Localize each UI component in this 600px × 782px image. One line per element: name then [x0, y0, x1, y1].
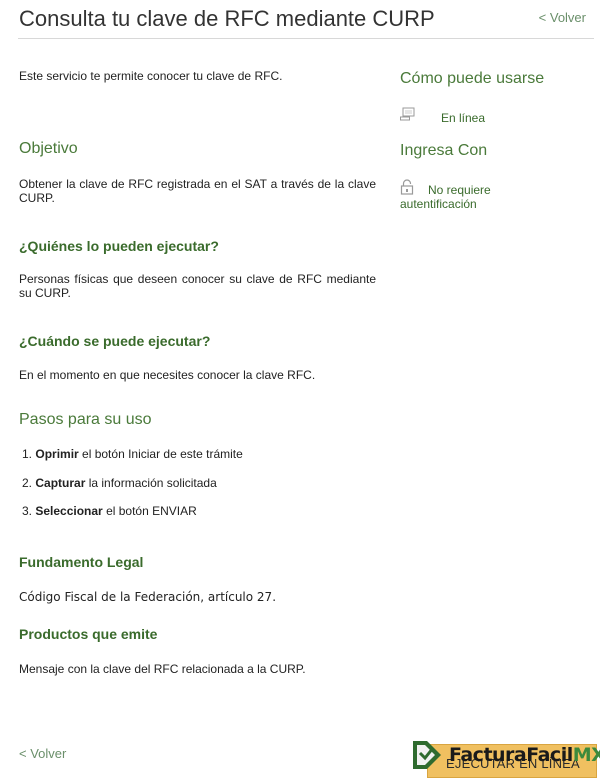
productos-text: Mensaje con la clave del RFC relacionada… [19, 662, 306, 676]
quienes-text: Personas físicas que deseen conocer su c… [19, 272, 376, 300]
step-text: el botón Iniciar de este trámite [78, 447, 243, 461]
step-verb: Capturar [35, 476, 86, 490]
facturafacil-watermark: FacturaFacilMX [411, 739, 600, 773]
objetivo-heading: Objetivo [19, 140, 78, 157]
back-link-bottom[interactable]: < Volver [19, 746, 66, 761]
step-verb: Oprimir [35, 447, 79, 461]
productos-heading: Productos que emite [19, 626, 158, 642]
step-item: 1. Oprimir el botón Iniciar de este trám… [22, 447, 243, 461]
fundamento-text: Código Fiscal de la Federación, artículo… [19, 590, 277, 604]
intro-text: Este servicio te permite conocer tu clav… [19, 69, 283, 83]
computer-icon [400, 107, 416, 128]
watermark-mx: MX [572, 744, 600, 766]
step-item: 3. Seleccionar el botón ENVIAR [22, 504, 197, 518]
step-verb: Seleccionar [35, 504, 103, 518]
page-title: Consulta tu clave de RFC mediante CURP [19, 6, 435, 31]
cuando-text: En el momento en que necesites conocer l… [19, 368, 316, 382]
quienes-heading: ¿Quiénes lo pueden ejecutar? [19, 238, 219, 254]
step-item: 2. Capturar la información solicitada [22, 476, 217, 490]
cuando-heading: ¿Cuándo se puede ejecutar? [19, 333, 211, 349]
fundamento-heading: Fundamento Legal [19, 554, 144, 570]
step-text: la información solicitada [85, 476, 217, 490]
step-number: 2. [22, 476, 33, 490]
pasos-heading: Pasos para su uso [19, 411, 152, 428]
header-divider [18, 38, 594, 39]
step-number: 3. [22, 504, 33, 518]
ingresa-heading: Ingresa Con [400, 142, 488, 159]
step-text: el botón ENVIAR [102, 504, 197, 518]
step-number: 1. [22, 447, 33, 461]
back-link-top[interactable]: < Volver [539, 10, 586, 25]
watermark-main: FacturaFacil [449, 744, 573, 766]
como-value: En línea [441, 111, 486, 125]
facturafacil-logo-icon [413, 741, 441, 769]
como-heading: Cómo puede usarse [400, 70, 545, 87]
watermark-text: FacturaFacilMX [449, 744, 600, 766]
ingresa-value: No requiere autentificación [400, 183, 491, 211]
objetivo-text: Obtener la clave de RFC registrada en el… [19, 177, 376, 205]
